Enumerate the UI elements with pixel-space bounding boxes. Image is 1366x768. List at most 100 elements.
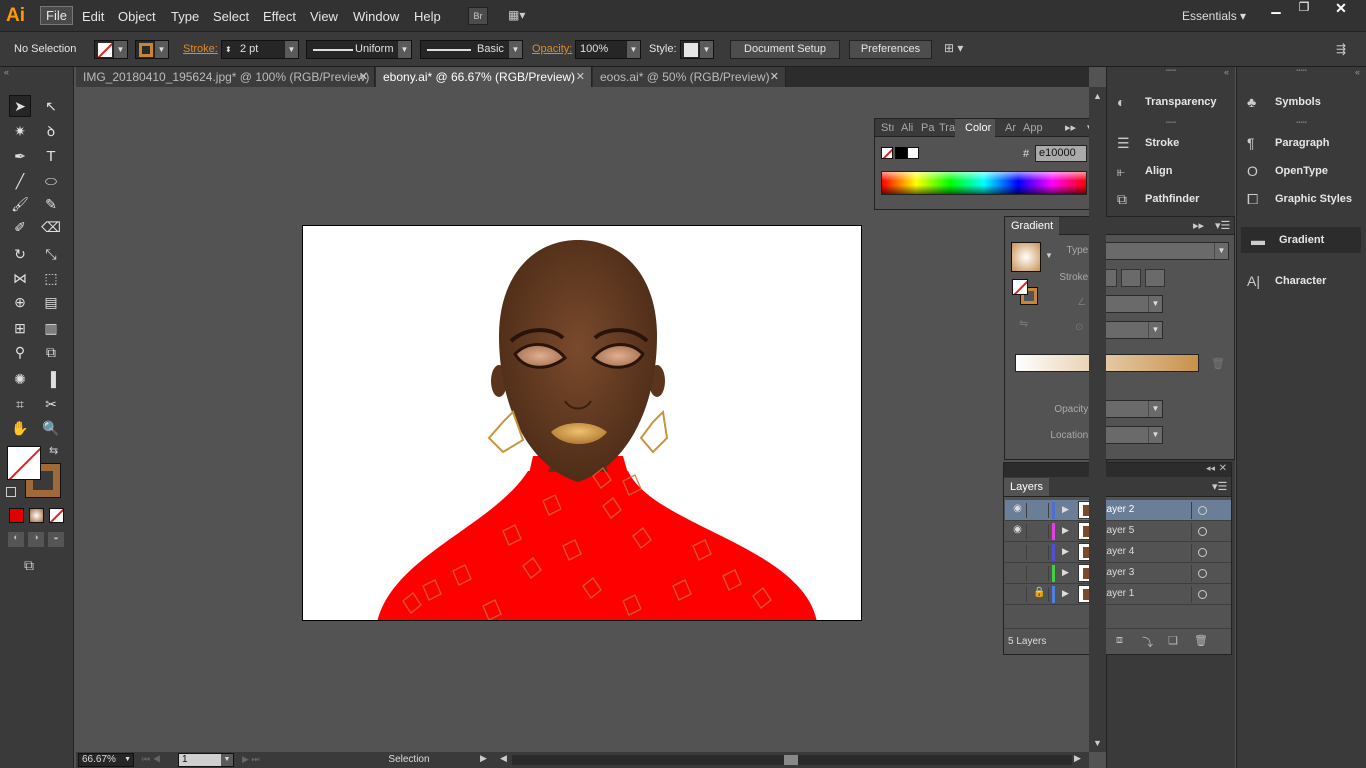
scroll-thumb[interactable] — [784, 755, 798, 765]
type-tool-icon[interactable]: T — [40, 145, 62, 167]
target-circle-icon[interactable] — [1198, 527, 1207, 536]
width-tool-icon[interactable]: ⋈ — [9, 267, 31, 289]
fill-stroke-toggle[interactable] — [1012, 279, 1028, 295]
artboard[interactable] — [302, 225, 862, 621]
artboard-tool-icon[interactable]: ⌗ — [9, 393, 31, 415]
arrange-documents-icon[interactable]: ▦▾ — [508, 8, 536, 24]
close-icon[interactable]: ✕ — [576, 67, 585, 87]
scroll-right-icon[interactable]: ▶ — [1074, 753, 1081, 764]
expand-icon[interactable]: ▸▸ — [1065, 119, 1076, 137]
expand-icon[interactable]: ▸▸ — [1193, 217, 1204, 235]
tab-appearance[interactable]: App — [1023, 119, 1043, 137]
dock-symbols[interactable]: ♣ Symbols — [1237, 89, 1366, 115]
fill-swatch[interactable]: ▼ — [94, 40, 128, 59]
first-artboard-icon[interactable]: ⏮ ◀ — [142, 754, 161, 765]
tab-artboards[interactable]: Ar — [1005, 119, 1016, 137]
slice-tool-icon[interactable]: ✂ — [40, 393, 62, 415]
gradient-preview-swatch[interactable] — [1011, 242, 1041, 272]
chevron-down-icon[interactable]: ▼ — [1045, 251, 1053, 260]
eraser-tool-icon[interactable]: ⌫ — [40, 216, 62, 238]
horizontal-scrollbar[interactable] — [512, 755, 1072, 765]
lock-icon[interactable] — [1031, 545, 1049, 560]
shape-builder-tool-icon[interactable]: ⊕ — [9, 291, 31, 313]
dock-pathfinder[interactable]: ⧉ Pathfinder — [1107, 186, 1235, 212]
lock-icon[interactable] — [1031, 503, 1049, 518]
expand-triangle-icon[interactable]: ▶ — [1062, 525, 1069, 536]
stepper-icon[interactable]: ⬍ — [225, 41, 232, 58]
tab-transform[interactable]: Tra — [939, 119, 955, 137]
gradient-type-select[interactable]: ▼ — [1097, 242, 1229, 260]
menu-effect[interactable]: Effect — [263, 9, 296, 24]
close-icon[interactable]: ✕ — [359, 67, 368, 87]
tab-paragraph[interactable]: Pa — [921, 119, 934, 137]
gradient-opacity-field[interactable]: ▼ — [1097, 400, 1163, 418]
layer-name[interactable]: Layer 3 — [1101, 567, 1134, 578]
restore-icon[interactable]: ❐ — [1290, 0, 1318, 20]
blob-brush-tool-icon[interactable]: ✐ — [9, 216, 31, 238]
dock-opentype[interactable]: O OpenType — [1237, 158, 1366, 184]
workspace-switcher[interactable]: Essentials ▾ — [1182, 9, 1246, 23]
visibility-eye-icon[interactable]: ◉ — [1009, 503, 1027, 518]
magic-wand-tool-icon[interactable]: ✷ — [9, 120, 31, 142]
location-field[interactable]: ▼ — [1097, 426, 1163, 444]
dock-character[interactable]: A| Character — [1237, 268, 1366, 294]
color-spectrum[interactable] — [881, 171, 1087, 195]
collapse-icon[interactable]: « — [1355, 67, 1360, 77]
tab-eoos[interactable]: eoos.ai* @ 50% (RGB/Preview) ✕ — [593, 67, 786, 87]
stroke-weight-field[interactable]: ⬍ 2 pt ▼ — [221, 40, 299, 59]
column-graph-tool-icon[interactable]: ▐ — [40, 368, 62, 390]
target-circle-icon[interactable] — [1198, 569, 1207, 578]
menu-type[interactable]: Type — [171, 9, 199, 24]
hex-input[interactable]: e10000 — [1035, 145, 1087, 162]
scroll-down-icon[interactable]: ▼ — [1093, 738, 1102, 748]
rotate-tool-icon[interactable]: ↻ — [9, 243, 31, 265]
black-swatch[interactable] — [895, 147, 907, 159]
symbol-sprayer-tool-icon[interactable]: ✺ — [9, 368, 31, 390]
color-mode-icon[interactable] — [9, 508, 24, 523]
layer-name[interactable]: Layer 5 — [1101, 525, 1134, 536]
eyedropper-tool-icon[interactable]: ⚲ — [9, 341, 31, 363]
close-icon[interactable]: ✕ — [1318, 0, 1364, 20]
minimize-icon[interactable]: ▁ — [1262, 0, 1290, 20]
angle-field[interactable]: ▼ — [1097, 295, 1163, 313]
expand-triangle-icon[interactable]: ▶ — [1062, 546, 1069, 557]
menu-file[interactable]: File — [40, 6, 73, 25]
preferences-button[interactable]: Preferences — [849, 40, 932, 59]
graphic-style-picker[interactable]: ▼ — [680, 40, 714, 59]
make-clipping-mask-icon[interactable]: ⧈ — [1116, 634, 1123, 647]
opacity-field[interactable]: 100% ▼ — [575, 40, 641, 59]
status-menu-icon[interactable]: ▶ — [480, 753, 487, 764]
lock-icon[interactable] — [1031, 524, 1049, 539]
none-swatch[interactable] — [881, 147, 893, 159]
panel-menu-icon[interactable]: ▾☰ — [1212, 478, 1227, 496]
opacity-label[interactable]: Opacity: — [532, 43, 572, 55]
dock-transparency[interactable]: ◐ Transparency — [1107, 89, 1235, 115]
dock-stroke[interactable]: ☰ Stroke — [1107, 130, 1235, 156]
scroll-left-icon[interactable]: ◀ — [500, 753, 507, 764]
ellipse-tool-icon[interactable]: ⬭ — [40, 170, 62, 192]
bridge-button[interactable]: Br — [468, 7, 488, 25]
collapse-icon[interactable]: ◂◂ — [1206, 463, 1215, 474]
fill-color-box[interactable] — [7, 446, 41, 480]
document-setup-button[interactable]: Document Setup — [730, 40, 840, 59]
lock-icon[interactable] — [1031, 566, 1049, 581]
next-artboard-icon[interactable]: ▶ ⏭ — [242, 754, 260, 765]
delete-layer-icon[interactable]: 🗑 — [1194, 634, 1208, 647]
panel-menu-icon[interactable]: ⇶ — [1336, 42, 1346, 56]
close-icon[interactable]: ✕ — [1219, 463, 1227, 474]
dock-graphic-styles[interactable]: ⧠ Graphic Styles — [1237, 186, 1366, 212]
target-circle-icon[interactable] — [1198, 506, 1207, 515]
dock-align[interactable]: ⫦ Align — [1107, 158, 1235, 184]
menu-object[interactable]: Object — [118, 9, 156, 24]
pencil-tool-icon[interactable]: ✎ — [40, 193, 62, 215]
layer-name[interactable]: Layer 1 — [1101, 588, 1134, 599]
zoom-tool-icon[interactable]: 🔍 — [40, 417, 62, 439]
tab-ebony[interactable]: ebony.ai* @ 66.67% (RGB/Preview) ✕ — [376, 67, 592, 87]
visibility-eye-icon[interactable] — [1009, 587, 1027, 602]
arrange-icon[interactable]: ⊞ ▾ — [944, 41, 963, 55]
white-swatch[interactable] — [907, 147, 919, 159]
lock-icon[interactable]: 🔒 — [1031, 587, 1049, 602]
collapse-icon[interactable]: « — [4, 67, 9, 77]
swap-colors-icon[interactable]: ⇆ — [49, 444, 58, 457]
tab-color[interactable]: Color — [955, 119, 996, 137]
